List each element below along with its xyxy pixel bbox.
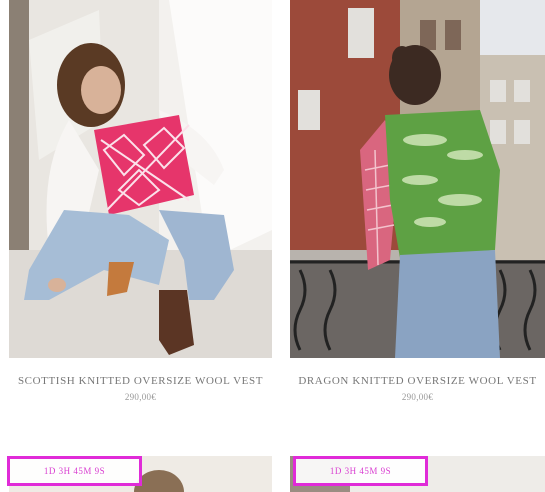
product-image[interactable] [290,0,545,358]
product-image[interactable] [9,0,272,358]
product-price: 290,00€ [124,392,157,402]
product-grid: SCOTTISH KNITTED OVERSIZE WOOL VEST 290,… [0,0,545,492]
product-title[interactable]: DRAGON KNITTED OVERSIZE WOOL VEST [290,372,545,391]
product-title[interactable]: SCOTTISH KNITTED OVERSIZE WOOL VEST [9,372,272,391]
product-photo-scottish [9,0,272,358]
product-card-scottish[interactable]: SCOTTISH KNITTED OVERSIZE WOOL VEST 290,… [9,0,272,402]
product-photo-dragon [290,0,545,358]
countdown-badge: 1D 3H 45M 9S [293,456,428,486]
countdown-badge: 1D 3H 45M 9S [7,456,142,486]
product-price: 290,00€ [401,392,434,402]
product-card-dragon[interactable]: DRAGON KNITTED OVERSIZE WOOL VEST 290,00… [290,0,545,402]
